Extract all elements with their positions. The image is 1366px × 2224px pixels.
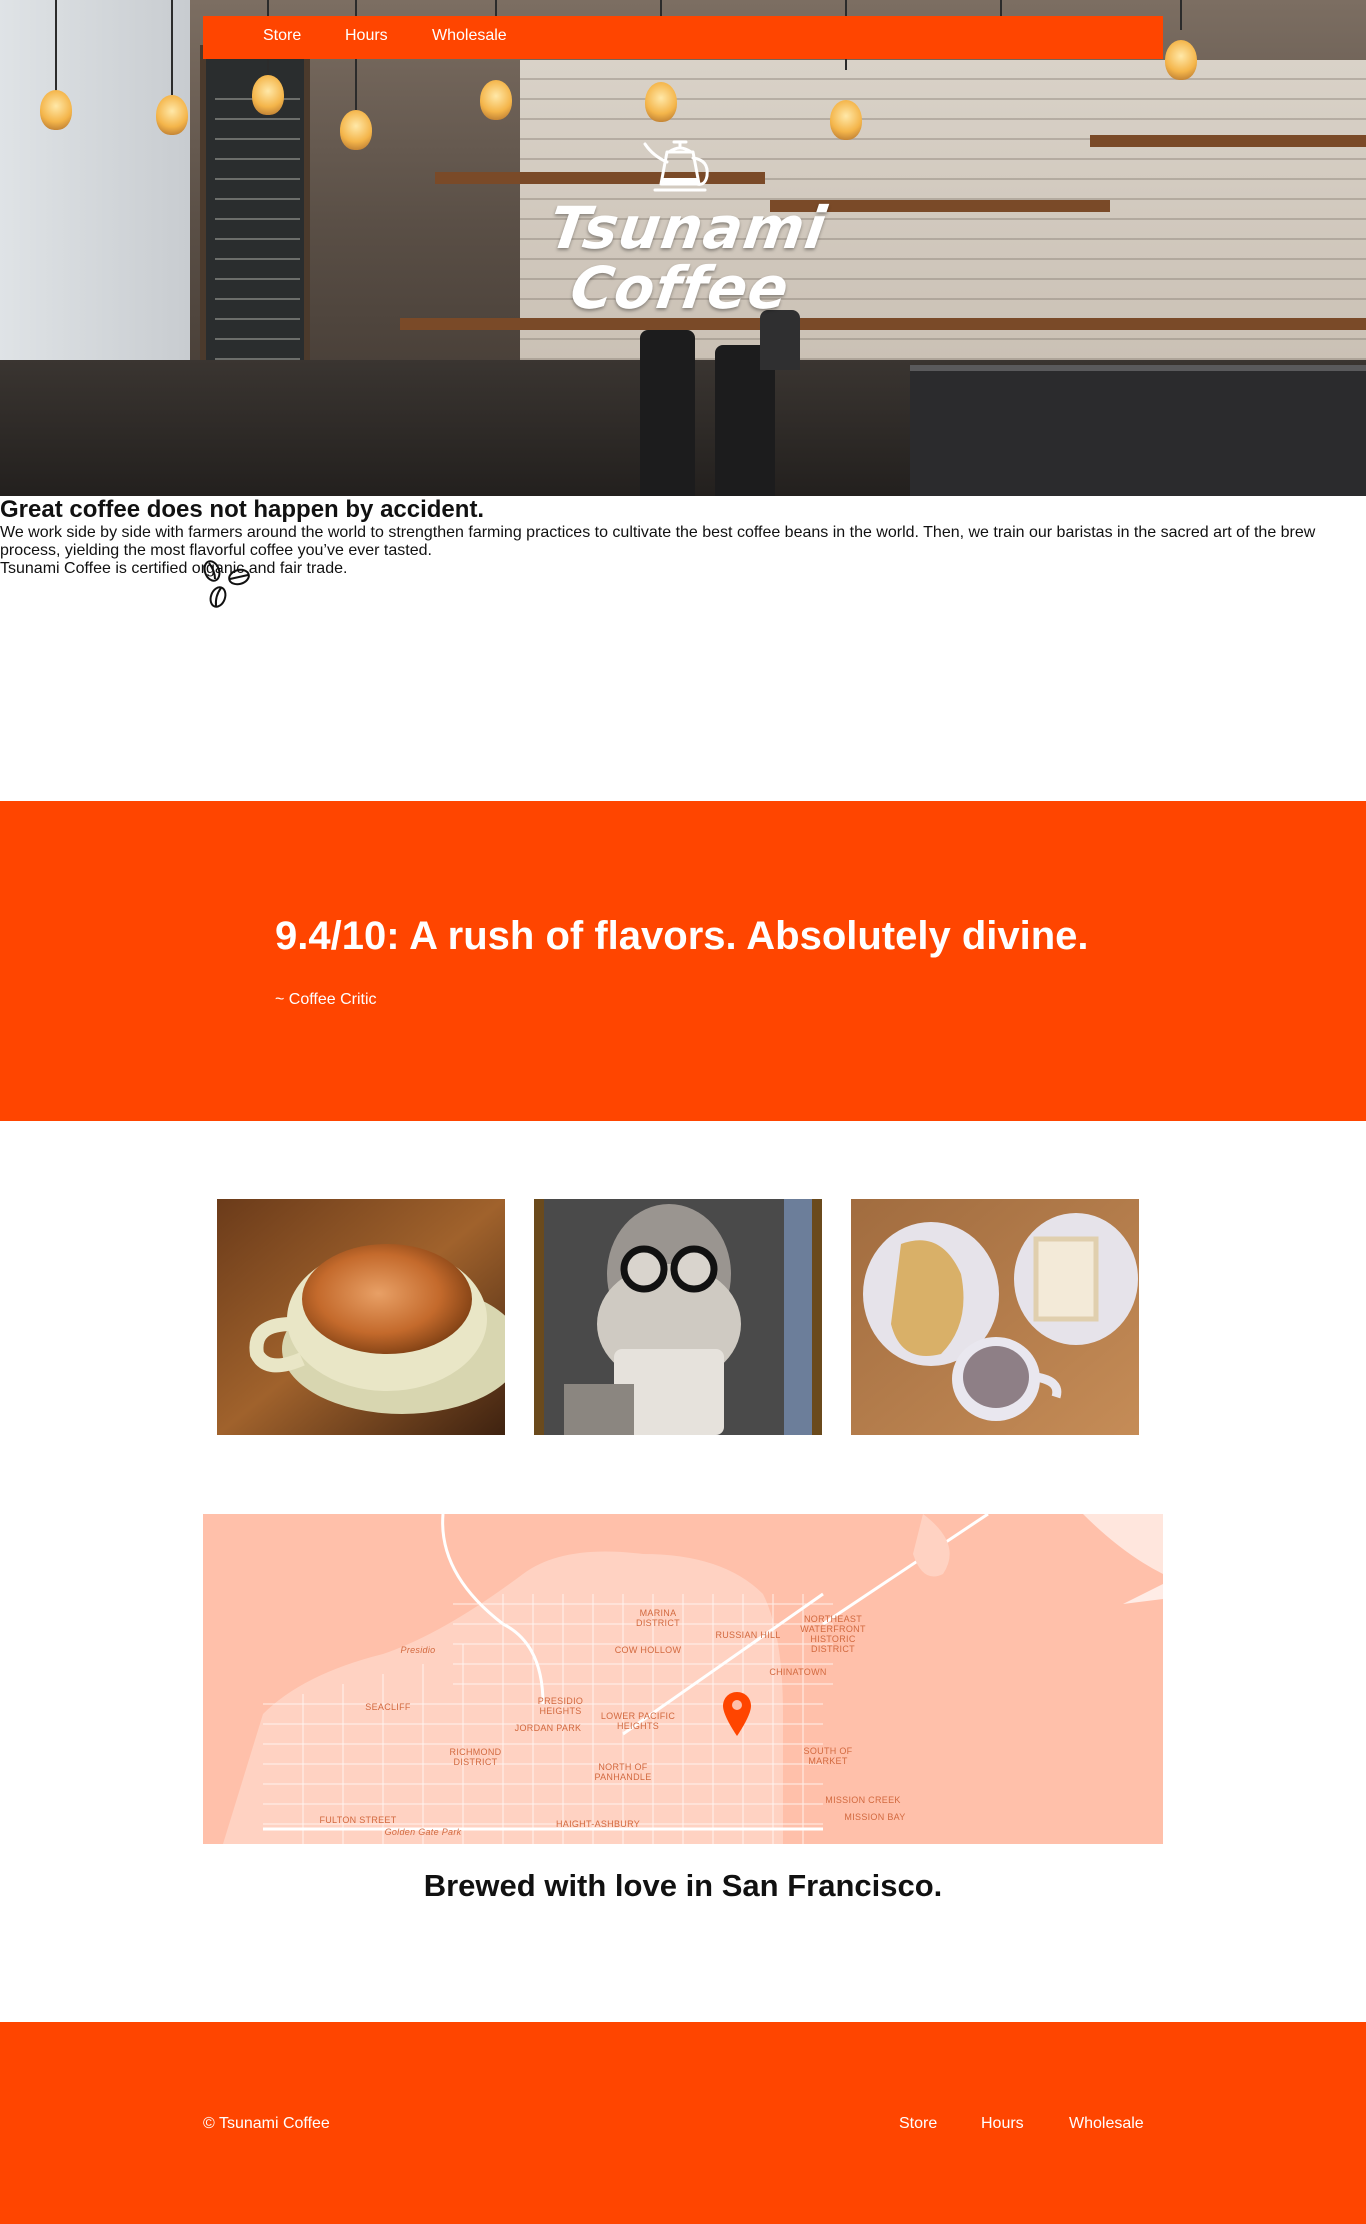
review-quote-text: 9.4/10: A rush of flavors. Absolutely di… — [275, 914, 1089, 958]
map-label: PRESIDIO HEIGHTS — [537, 1696, 584, 1716]
map-label: LOWER PACIFIC HEIGHTS — [600, 1711, 676, 1731]
hero-photo-lamp-wire — [55, 0, 57, 95]
site-logo[interactable]: Tsunami Coffee — [545, 136, 831, 322]
breakfast-plates-photo — [851, 1199, 1139, 1435]
review-quote-band: 9.4/10: A rush of flavors. Absolutely di… — [0, 801, 1366, 1121]
map-label: MARINA DISTRICT — [636, 1608, 680, 1628]
review-quote-attribution: ~ Coffee Critic — [275, 991, 377, 1008]
map-label: CHINATOWN — [769, 1667, 827, 1677]
site-footer: © Tsunami Coffee Store Hours Wholesale — [0, 2022, 1366, 2224]
hero-photo-bulb — [40, 90, 72, 130]
footer-link-wholesale[interactable]: Wholesale — [1069, 2115, 1144, 2133]
footer-link-store[interactable]: Store — [899, 2115, 937, 2133]
hero-photo-bulb — [480, 80, 512, 120]
logo-text-line1: Tsunami — [545, 194, 832, 262]
hero-photo-lamp-wire — [1180, 0, 1182, 30]
map-label: SOUTH OF MARKET — [803, 1746, 853, 1766]
footer-link-hours[interactable]: Hours — [981, 2115, 1024, 2133]
map-label: MISSION CREEK — [825, 1795, 901, 1805]
map-label: MISSION BAY — [844, 1812, 906, 1822]
hero-photo-lamp-wire — [171, 0, 173, 95]
hero-photo-bulb — [252, 75, 284, 115]
hero-photo-espresso-machine — [910, 365, 1366, 496]
map-label: HAIGHT-ASHBURY — [555, 1819, 641, 1829]
map-label: RICHMOND DISTRICT — [449, 1747, 502, 1767]
top-nav: Store Hours Wholesale — [203, 16, 1163, 59]
map-streets — [203, 1514, 1163, 1844]
map-label: JORDAN PARK — [514, 1723, 582, 1733]
map-caption: Brewed with love in San Francisco. — [423, 1868, 943, 1903]
latte-photo — [217, 1199, 505, 1435]
map-label: NORTHEAST WATERFRONT HISTORIC DISTRICT — [800, 1614, 866, 1654]
map-pin-icon[interactable] — [723, 1692, 751, 1736]
map-label: Golden Gate Park — [384, 1827, 462, 1837]
kettle-icon — [643, 140, 709, 192]
hero-photo-shelf — [400, 318, 1366, 330]
hero-photo-bulb — [645, 82, 677, 122]
map-label: RUSSIAN HILL — [715, 1630, 781, 1640]
nav-link-wholesale[interactable]: Wholesale — [432, 16, 507, 55]
hero-photo-shelf — [1090, 135, 1366, 147]
hero-banner: Store Hours Wholesale Tsunami Coffee — [0, 0, 1366, 496]
map-label: COW HOLLOW — [614, 1645, 682, 1655]
coffee-beans-icon — [203, 560, 250, 608]
map-label: NORTH OF PANHANDLE — [594, 1762, 652, 1782]
footer-copyright: © Tsunami Coffee — [203, 2115, 330, 2132]
map-label: SEACLIFF — [365, 1702, 411, 1712]
bearded-man-drinking-coffee-photo — [534, 1199, 822, 1435]
hero-photo-bulb — [156, 95, 188, 135]
hero-photo-bulb — [340, 110, 372, 150]
map-label: Presidio — [400, 1645, 436, 1655]
hero-photo-grinder — [640, 330, 695, 496]
nav-link-hours[interactable]: Hours — [345, 16, 388, 55]
hero-photo-bulb — [1165, 40, 1197, 80]
location-map[interactable]: MARINA DISTRICT NORTHEAST WATERFRONT HIS… — [203, 1514, 1163, 1844]
map-label: FULTON STREET — [319, 1815, 397, 1825]
nav-link-store[interactable]: Store — [263, 16, 301, 55]
intro-section — [0, 496, 1366, 801]
logo-text-line2: Coffee — [566, 254, 794, 322]
hero-photo-bulb — [830, 100, 862, 140]
